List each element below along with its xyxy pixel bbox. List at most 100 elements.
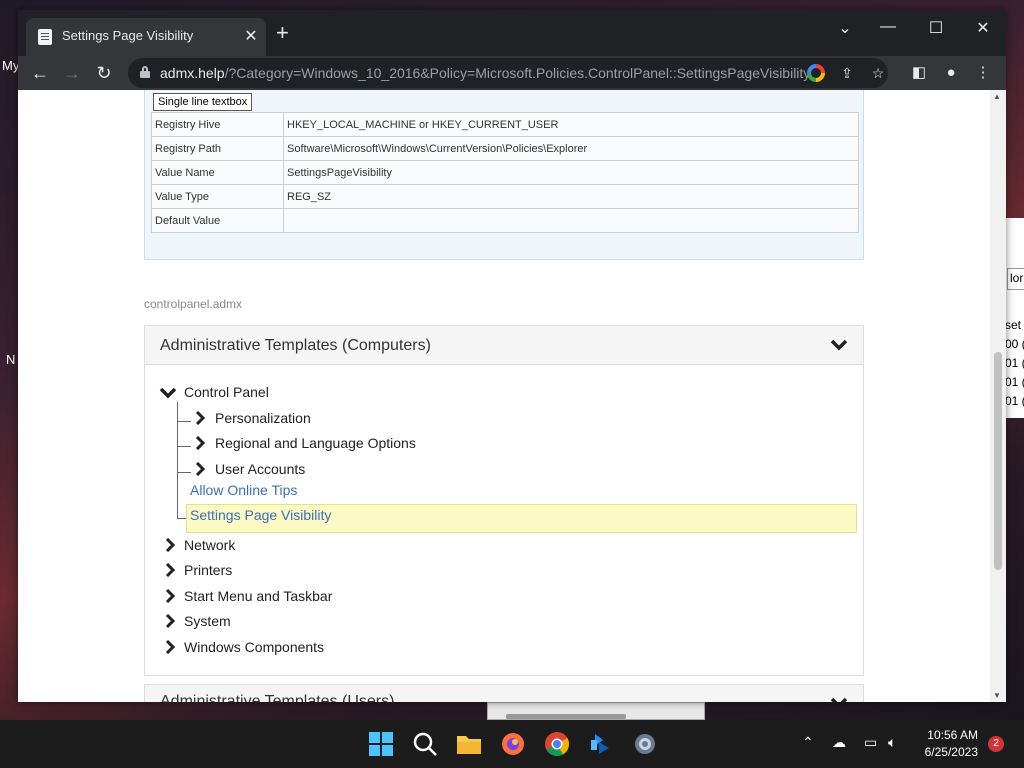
registry-table: Registry Hive HKEY_LOCAL_MACHINE or HKEY_… bbox=[151, 112, 859, 233]
table-row: Value Name SettingsPageVisibility bbox=[151, 160, 859, 185]
policy-link-settings-page-visibility[interactable]: Settings Page Visibility bbox=[190, 507, 331, 523]
chevron-right-icon bbox=[165, 640, 175, 654]
cloud-offline-icon[interactable]: ☁ bbox=[832, 734, 846, 751]
menu-icon[interactable]: ⋮ bbox=[972, 62, 994, 84]
background-window[interactable]: lore set 00 (0 01 (1 01 (1 01 (1 bbox=[1004, 218, 1024, 418]
new-tab-button[interactable]: + bbox=[276, 22, 289, 44]
desktop-label-2: N bbox=[6, 352, 16, 367]
taskbar: ⌃ ☁ ▭ 🔈︎ 10:56 AM 6/25/2023 2 bbox=[0, 720, 1024, 768]
network-icon[interactable]: ▭ bbox=[864, 734, 877, 751]
tab-strip: Settings Page Visibility ✕ + ⌄ — ☐ ✕ bbox=[18, 10, 1006, 56]
background-window-line: 01 (1 bbox=[1005, 394, 1024, 408]
profile-icon[interactable]: ● bbox=[940, 62, 962, 84]
tree-label: Network bbox=[184, 537, 236, 553]
tree-folder-personalization[interactable]: Personalization bbox=[195, 410, 311, 426]
tree-line bbox=[177, 421, 191, 422]
chevron-right-icon bbox=[195, 411, 205, 425]
background-window-button[interactable]: lore bbox=[1007, 268, 1024, 290]
scroll-up-icon[interactable]: ▲ bbox=[993, 92, 1001, 101]
background-window-line: 00 (0 bbox=[1005, 337, 1024, 351]
share-icon[interactable]: ⇪ bbox=[838, 64, 856, 82]
background-window-line: 01 (1 bbox=[1005, 375, 1024, 389]
notification-badge[interactable]: 2 bbox=[988, 736, 1004, 752]
tab-settings-page-visibility[interactable]: Settings Page Visibility ✕ bbox=[26, 18, 266, 56]
close-tab-icon[interactable]: ✕ bbox=[242, 26, 260, 46]
lock-icon[interactable] bbox=[140, 66, 150, 78]
tree-folder-start-menu[interactable]: Start Menu and Taskbar bbox=[165, 588, 332, 604]
tree-line bbox=[177, 472, 191, 473]
browser-window: Settings Page Visibility ✕ + ⌄ — ☐ ✕ ← →… bbox=[18, 10, 1006, 702]
windows-start-icon[interactable] bbox=[367, 730, 395, 758]
chevron-right-icon bbox=[165, 538, 175, 552]
close-window-button[interactable]: ✕ bbox=[968, 18, 998, 38]
tree-label: Windows Components bbox=[184, 639, 325, 655]
table-row: Registry Hive HKEY_LOCAL_MACHINE or HKEY_… bbox=[151, 112, 859, 137]
tree-folder-user-accounts[interactable]: User Accounts bbox=[195, 461, 305, 477]
tree-label: Printers bbox=[184, 562, 233, 578]
chevron-right-icon bbox=[165, 589, 175, 603]
tab-search-icon[interactable]: ⌄ bbox=[830, 18, 860, 38]
registry-key: Default Value bbox=[151, 208, 284, 233]
chevron-right-icon bbox=[195, 436, 205, 450]
volume-icon[interactable]: 🔈︎ bbox=[888, 734, 896, 751]
card-title: Administrative Templates (Computers) bbox=[160, 337, 431, 354]
page-scrollbar[interactable]: ▲ ▼ bbox=[990, 90, 1006, 702]
desktop-label: My bbox=[2, 58, 20, 73]
forward-button[interactable]: → bbox=[60, 62, 84, 84]
tree-label: Personalization bbox=[215, 410, 311, 426]
reload-button[interactable]: ↻ bbox=[92, 62, 116, 84]
admx-file-name: controlpanel.admx bbox=[144, 297, 243, 311]
registry-key: Value Type bbox=[151, 184, 284, 209]
table-row: Default Value bbox=[151, 208, 859, 233]
clock-date[interactable]: 6/25/2023 bbox=[912, 745, 978, 759]
registry-key: Registry Path bbox=[151, 136, 284, 161]
registry-value: REG_SZ bbox=[283, 184, 859, 209]
blue-app-icon[interactable] bbox=[587, 730, 615, 758]
registry-value: HKEY_LOCAL_MACHINE or HKEY_CURRENT_USER bbox=[283, 112, 859, 137]
tree-label: Start Menu and Taskbar bbox=[184, 588, 333, 604]
tree-folder-windows-components[interactable]: Windows Components bbox=[165, 639, 324, 655]
registry-panel: Single line textbox Registry Hive HKEY_LO… bbox=[144, 90, 864, 260]
search-icon[interactable] bbox=[411, 730, 439, 758]
document-icon bbox=[38, 29, 52, 45]
computers-card-header[interactable]: Administrative Templates (Computers) bbox=[145, 326, 863, 365]
single-line-textbox-label: Single line textbox bbox=[153, 93, 253, 111]
address-bar[interactable]: admx.help/?Category=Windows_10_2016&Poli… bbox=[128, 58, 888, 88]
chevron-down-icon[interactable] bbox=[829, 693, 849, 702]
bookmark-star-icon[interactable]: ☆ bbox=[869, 64, 887, 82]
browser-toolbar: ← → ↻ admx.help/?Category=Windows_10_201… bbox=[18, 56, 1006, 90]
minimize-button[interactable]: — bbox=[873, 18, 903, 36]
policy-link-allow-online-tips[interactable]: Allow Online Tips bbox=[190, 482, 297, 498]
back-button[interactable]: ← bbox=[28, 62, 52, 84]
table-row: Registry Path Software\Microsoft\Windows\… bbox=[151, 136, 859, 161]
tree-folder-regional[interactable]: Regional and Language Options bbox=[195, 435, 416, 451]
settings-icon[interactable] bbox=[631, 730, 659, 758]
scroll-down-icon[interactable]: ▼ bbox=[993, 691, 1001, 700]
side-panel-icon[interactable]: ◧ bbox=[908, 62, 930, 84]
scrollbar-thumb[interactable] bbox=[994, 352, 1002, 570]
background-window-bottom[interactable] bbox=[487, 702, 705, 720]
google-icon[interactable] bbox=[807, 64, 825, 82]
background-window-scrollbar[interactable] bbox=[506, 714, 626, 719]
url-text[interactable]: admx.help/?Category=Windows_10_2016&Poli… bbox=[160, 65, 810, 81]
background-window-line: set bbox=[1005, 318, 1022, 332]
chevron-up-icon[interactable]: ⌃ bbox=[802, 734, 814, 751]
tree-label: System bbox=[184, 613, 231, 629]
firefox-icon[interactable] bbox=[499, 730, 527, 758]
tab-title: Settings Page Visibility bbox=[62, 28, 194, 43]
tree-line bbox=[177, 402, 178, 518]
registry-key: Value Name bbox=[151, 160, 284, 185]
tree-folder-system[interactable]: System bbox=[165, 613, 231, 629]
file-explorer-icon[interactable] bbox=[455, 730, 483, 758]
page-content[interactable]: Single line textbox Registry Hive HKEY_LO… bbox=[18, 90, 1006, 702]
chevron-down-icon[interactable] bbox=[829, 335, 849, 355]
tree-folder-network[interactable]: Network bbox=[165, 537, 235, 553]
users-templates-card-header[interactable]: Administrative Templates (Users) bbox=[144, 684, 864, 702]
registry-key: Registry Hive bbox=[151, 112, 284, 137]
clock-time[interactable]: 10:56 AM bbox=[912, 728, 978, 742]
maximize-button[interactable]: ☐ bbox=[921, 18, 951, 38]
tree-folder-printers[interactable]: Printers bbox=[165, 562, 232, 578]
chrome-icon[interactable] bbox=[543, 730, 571, 758]
registry-value bbox=[283, 208, 859, 233]
tree-folder-control-panel[interactable]: Control Panel bbox=[159, 384, 269, 400]
